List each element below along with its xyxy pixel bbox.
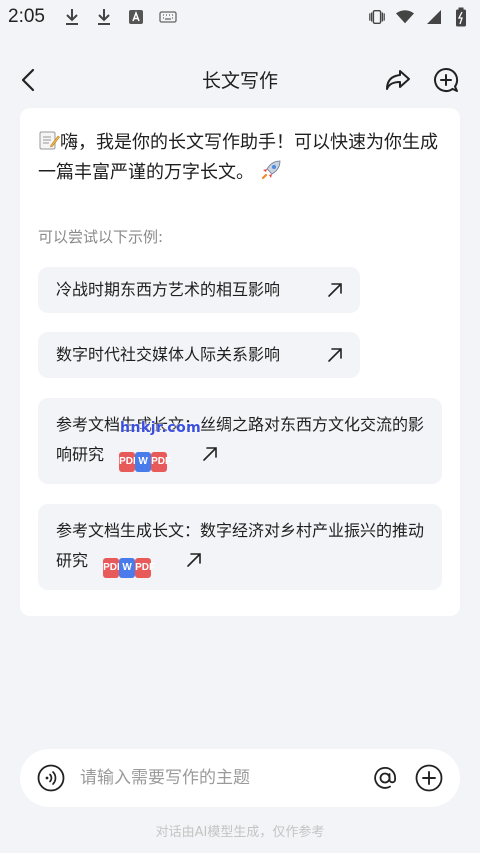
- welcome-card: 嗨，我是你的长文写作助手！可以快速为你生成一篇丰富严谨的万字长文。 可以尝试以下…: [20, 108, 460, 616]
- keyboard-icon: [159, 8, 177, 26]
- example-label: 参考文档生成长文：丝绸之路对东西方文化交流的影响研究: [56, 415, 425, 464]
- wifi-icon: [396, 8, 414, 26]
- chat-input-bar: [20, 749, 460, 807]
- signal-icon: [424, 8, 442, 26]
- memo-emoji-icon: [38, 129, 60, 151]
- voice-input-icon[interactable]: [36, 763, 66, 793]
- example-item[interactable]: 参考文档生成长文：数字经济对乡村产业振兴的推动研究 PDF W PDF: [38, 504, 442, 590]
- arrow-up-right-icon: [326, 346, 344, 364]
- intro-text: 嗨，我是你的长文写作助手！可以快速为你生成一篇丰富严谨的万字长文。: [38, 132, 438, 183]
- arrow-up-right-icon: [186, 548, 204, 567]
- pdf-file-icon: PDF: [151, 452, 171, 472]
- example-label: 数字时代社交媒体人际关系影响: [56, 345, 281, 364]
- pdf-file-icon: PDF: [103, 558, 123, 578]
- status-bar: 2:05: [0, 0, 480, 34]
- ai-disclaimer: 对话由AI模型生成，仅作参考: [155, 825, 325, 840]
- at-mention-icon[interactable]: [370, 763, 400, 793]
- font-a-icon: [127, 8, 145, 26]
- word-file-icon: W: [119, 558, 136, 578]
- example-item[interactable]: 冷战时期东西方艺术的相互影响: [38, 267, 360, 313]
- topic-input[interactable]: [80, 768, 370, 788]
- file-badges: PDF W PDF: [119, 452, 171, 472]
- header: 长文写作: [0, 52, 480, 108]
- download-icon: [63, 8, 81, 26]
- pdf-file-icon: PDF: [119, 452, 139, 472]
- example-item[interactable]: 参考文档生成长文：丝绸之路对东西方文化交流的影响研究 PDF W PDF: [38, 398, 442, 484]
- rocket-emoji-icon: [260, 159, 282, 181]
- watermark: hnkjr.com: [120, 420, 202, 436]
- status-time: 2:05: [8, 6, 45, 27]
- vibrate-icon: [368, 8, 386, 26]
- share-icon[interactable]: [384, 66, 412, 94]
- example-item[interactable]: 数字时代社交媒体人际关系影响: [38, 332, 360, 378]
- new-chat-icon[interactable]: [432, 66, 460, 94]
- arrow-up-right-icon: [202, 442, 220, 461]
- add-attachment-icon[interactable]: [414, 763, 444, 793]
- file-badges: PDF W PDF: [103, 558, 155, 578]
- arrow-up-right-icon: [326, 281, 344, 299]
- battery-icon: [452, 7, 470, 27]
- download-icon: [95, 8, 113, 26]
- pdf-file-icon: PDF: [135, 558, 155, 578]
- word-file-icon: W: [135, 452, 152, 472]
- intro-message: 嗨，我是你的长文写作助手！可以快速为你生成一篇丰富严谨的万字长文。: [38, 128, 448, 188]
- example-label: 冷战时期东西方艺术的相互影响: [56, 280, 281, 299]
- examples-hint: 可以尝试以下示例:: [38, 228, 164, 246]
- back-arrow-icon[interactable]: [14, 66, 42, 94]
